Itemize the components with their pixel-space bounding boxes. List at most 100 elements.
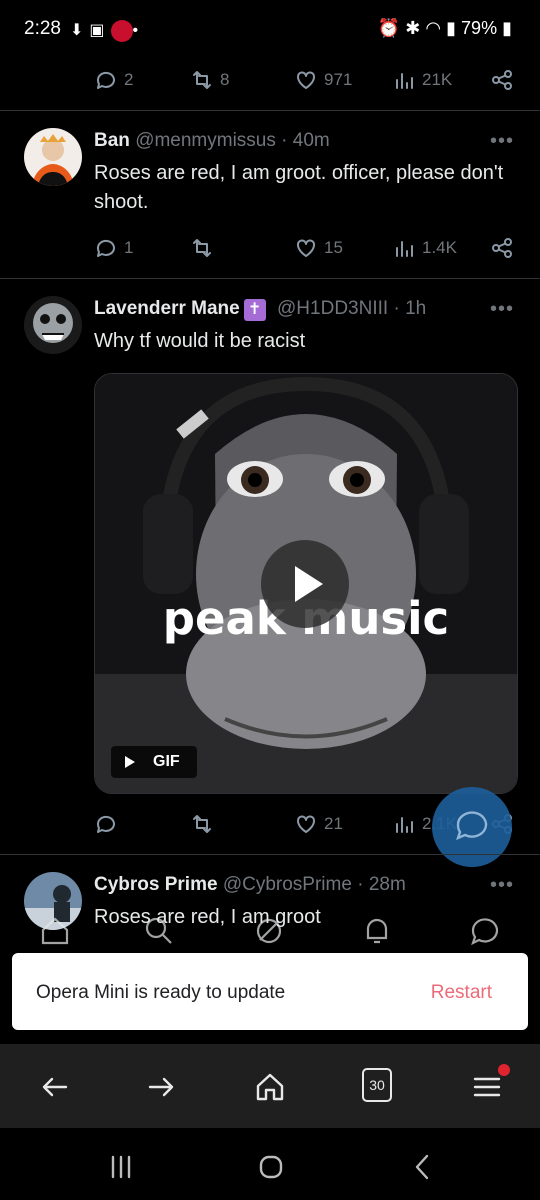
tweet-actions: 2 8 971 21K: [0, 62, 540, 102]
views-icon: [396, 817, 413, 833]
play-icon: [295, 566, 323, 602]
chat-icon: ▣: [89, 22, 111, 40]
author-name[interactable]: Lavenderr Mane: [94, 298, 240, 319]
view-count: 21K: [422, 70, 453, 89]
heart-icon: [297, 71, 315, 89]
share-icon: [492, 70, 512, 90]
author-handle[interactable]: @H1DD3NIII: [277, 298, 388, 319]
battery-icon: ▮: [502, 18, 512, 38]
heart-icon: [297, 239, 315, 257]
heart-icon: [297, 815, 315, 833]
reply-count: 1: [124, 238, 134, 257]
like-button[interactable]: 15: [294, 236, 343, 260]
home-circle-icon[interactable]: [256, 1152, 286, 1182]
home-icon[interactable]: [38, 914, 72, 948]
news-app-icon: [110, 20, 133, 42]
restart-button[interactable]: Restart: [431, 982, 492, 1004]
forward-arrow-icon[interactable]: [144, 1070, 178, 1104]
battery-level: 79%: [461, 18, 498, 38]
system-nav-bar: [0, 1128, 540, 1200]
retweet-icon: [193, 815, 211, 833]
like-button[interactable]: 21: [294, 812, 343, 836]
tweet-text: Why tf would it be racist: [94, 330, 306, 352]
gif-label: GIF: [153, 753, 180, 770]
tweet-time[interactable]: 28m: [369, 874, 406, 895]
status-bar: 2:28 ⬇▣ • ⏰ ✱ ◠ ▮ 79% ▮: [0, 0, 540, 60]
divider: [0, 110, 540, 111]
share-icon: [492, 238, 512, 258]
views-icon: [396, 241, 413, 257]
alarm-icon: ⏰: [377, 18, 401, 38]
dot-icon: •: [132, 22, 145, 40]
clock: 2:28: [24, 18, 61, 39]
play-small-icon: [125, 756, 135, 768]
bluetooth-icon: ✱: [405, 18, 421, 38]
author-handle[interactable]: @menmymissus: [135, 130, 276, 151]
divider: [0, 278, 540, 279]
retweet-button[interactable]: 8: [190, 68, 229, 92]
compose-message-button[interactable]: [432, 787, 512, 867]
app-bottom-nav: [0, 898, 540, 952]
play-button[interactable]: [261, 540, 349, 628]
tweet-actions: 1 15 1.4K: [0, 230, 540, 270]
views-button[interactable]: 1.4K: [392, 236, 457, 260]
tweet-header: Ban @menmymissus · 40m: [94, 130, 330, 151]
like-count: 971: [324, 70, 353, 89]
recent-apps-icon[interactable]: [106, 1152, 136, 1182]
message-bubble-icon: [456, 811, 488, 841]
tweet-time[interactable]: 40m: [293, 130, 330, 151]
reply-count: 2: [124, 70, 134, 89]
tweet-text: Roses are red, I am groot. officer, plea…: [94, 162, 504, 213]
author-handle[interactable]: @CybrosPrime: [223, 874, 352, 895]
reply-icon: [96, 71, 115, 89]
share-button[interactable]: [490, 68, 514, 92]
tweet-media-gif[interactable]: peak music GIF: [94, 373, 518, 794]
like-count: 21: [324, 814, 343, 833]
more-options-icon[interactable]: •••: [490, 298, 514, 321]
tab-count: 30: [369, 1077, 385, 1093]
more-options-icon[interactable]: •••: [490, 874, 514, 897]
reply-button[interactable]: [94, 812, 124, 836]
tweet-header: Cybros Prime @CybrosPrime · 28m: [94, 874, 406, 895]
like-count: 15: [324, 238, 343, 257]
views-button[interactable]: 21K: [392, 68, 452, 92]
view-count: 1.4K: [422, 238, 457, 257]
back-icon[interactable]: [408, 1152, 438, 1182]
divider: [0, 854, 540, 855]
reply-icon: [96, 239, 115, 257]
retweet-button[interactable]: [190, 812, 220, 836]
notification-dot: [498, 1064, 510, 1076]
author-name[interactable]: Cybros Prime: [94, 874, 218, 895]
reply-icon: [96, 815, 115, 833]
browser-toolbar: 30: [0, 1044, 540, 1128]
back-arrow-icon[interactable]: [38, 1070, 72, 1104]
grok-icon[interactable]: [252, 914, 286, 948]
search-icon[interactable]: [142, 914, 176, 948]
system-tray: ⏰ ✱ ◠ ▮ 79% ▮: [378, 18, 512, 39]
signal-icon: ▮: [446, 18, 457, 38]
author-name[interactable]: Ban: [94, 130, 130, 151]
reply-button[interactable]: 2: [94, 68, 133, 92]
notification-icons: ⬇▣ •: [70, 20, 144, 42]
retweet-icon: [193, 239, 211, 257]
toast-message: Opera Mini is ready to update: [36, 982, 286, 1003]
wifi-icon: ◠: [425, 18, 442, 38]
bell-icon[interactable]: [360, 914, 394, 948]
retweet-icon: [193, 71, 211, 89]
home-icon[interactable]: [253, 1070, 287, 1104]
avatar[interactable]: [24, 128, 82, 186]
more-options-icon[interactable]: •••: [490, 130, 514, 153]
update-toast: Opera Mini is ready to update Restart: [12, 953, 528, 1030]
like-button[interactable]: 971: [294, 68, 352, 92]
tweet-time[interactable]: 1h: [405, 298, 426, 319]
retweet-count: 8: [220, 70, 230, 89]
share-button[interactable]: [490, 236, 514, 260]
tweet-header: Lavenderr Mane ✝ @H1DD3NIII · 1h: [94, 298, 427, 321]
tabs-button[interactable]: 30: [362, 1068, 392, 1102]
download-icon: ⬇: [70, 22, 90, 40]
messages-icon[interactable]: [468, 914, 502, 948]
menu-icon[interactable]: [470, 1070, 504, 1104]
avatar[interactable]: [24, 296, 82, 354]
reply-button[interactable]: 1: [94, 236, 133, 260]
retweet-button[interactable]: [190, 236, 220, 260]
